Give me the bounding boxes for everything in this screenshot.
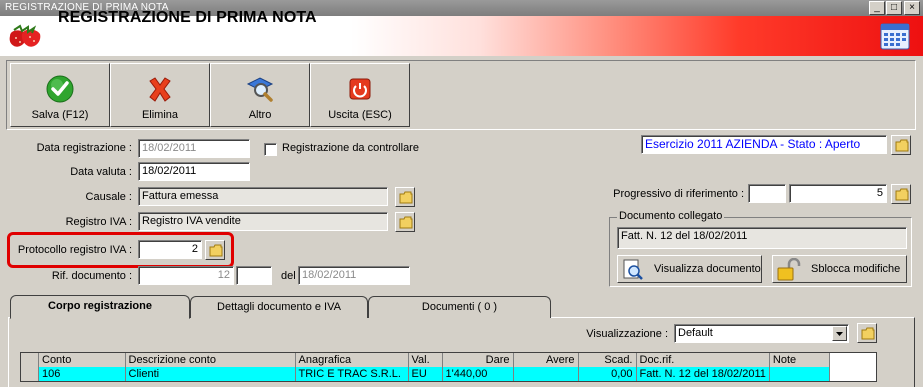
del-label: del (281, 270, 296, 282)
data-registrazione-field[interactable]: 18/02/2011 (138, 139, 250, 158)
column-header[interactable]: Descrizione conto (125, 353, 296, 367)
exit-button[interactable]: Uscita (ESC) (310, 63, 410, 127)
close-button[interactable]: × (904, 1, 920, 15)
folder-icon (399, 191, 413, 204)
document-magnifier-icon (623, 259, 643, 280)
exit-label: Uscita (ESC) (328, 109, 392, 121)
padlock-open-icon (777, 258, 801, 281)
sblocca-modifiche-label: Sblocca modifiche (811, 263, 901, 275)
progressivo-a-field[interactable] (748, 184, 786, 203)
visualizzazione-dropdown-button[interactable] (832, 326, 847, 341)
data-registrazione-label: Data registrazione : (36, 142, 132, 154)
folder-icon (399, 216, 413, 229)
tab-corpo-registrazione[interactable]: Corpo registrazione (10, 295, 190, 319)
column-header[interactable]: Avere (513, 353, 579, 367)
other-button[interactable]: Altro (210, 63, 310, 127)
rif-documento-date-field[interactable]: 18/02/2011 (298, 266, 410, 285)
causale-field[interactable]: Fattura emessa (138, 187, 388, 206)
folder-icon (895, 188, 909, 201)
table-cell[interactable]: TRIC E TRAC S.R.L. (295, 367, 409, 381)
registrazione-grid[interactable]: Conto Descrizione conto Anagrafica Val. … (20, 352, 877, 382)
grid-header-row: Conto Descrizione conto Anagrafica Val. … (39, 353, 830, 367)
calendar-icon[interactable] (880, 22, 910, 50)
table-cell[interactable]: EU (408, 367, 443, 381)
progressivo-label: Progressivo di riferimento : (613, 188, 744, 200)
table-cell[interactable]: Clienti (125, 367, 296, 381)
delete-button[interactable]: Elimina (110, 63, 210, 127)
documento-collegato-label: Documento collegato (617, 210, 725, 222)
other-label: Altro (248, 109, 272, 121)
tab-documenti[interactable]: Documenti ( 0 ) (368, 296, 551, 318)
column-header[interactable]: Note (769, 353, 830, 367)
visualizza-documento-label: Visualizza documento (654, 263, 761, 275)
save-button[interactable]: Salva (F12) (10, 63, 110, 127)
causale-label: Causale : (85, 191, 132, 203)
protocollo-lookup-button[interactable] (205, 240, 225, 260)
minimize-button[interactable]: _ (869, 1, 885, 15)
strawberry-logo-icon (9, 24, 41, 47)
sblocca-modifiche-button[interactable]: Sblocca modifiche (772, 255, 907, 283)
rif-documento-label: Rif. documento : (51, 270, 132, 282)
chevron-down-icon (836, 332, 843, 336)
magnifier-book-icon (246, 77, 274, 102)
maximize-button[interactable]: □ (886, 1, 902, 15)
progressivo-lookup-button[interactable] (891, 184, 911, 204)
column-header[interactable]: Doc.rif. (636, 353, 770, 367)
rif-documento-suffix-field[interactable] (236, 266, 272, 285)
visualizzazione-label: Visualizzazione : (586, 328, 668, 340)
progressivo-b-field[interactable]: 5 (789, 184, 887, 203)
page-title: REGISTRAZIONE DI PRIMA NOTA (58, 9, 317, 26)
da-controllare-label: Registrazione da controllare (282, 142, 419, 154)
column-header[interactable]: Conto (39, 353, 126, 367)
documento-collegato-field: Fatt. N. 12 del 18/02/2011 (617, 227, 907, 249)
data-valuta-label: Data valuta : (70, 166, 132, 178)
table-cell[interactable] (513, 367, 579, 381)
da-controllare-checkbox[interactable] (264, 143, 277, 156)
protocollo-label: Protocollo registro IVA : (17, 244, 132, 256)
esercizio-status: Esercizio 2011 AZIENDA - Stato : Aperto (641, 135, 887, 154)
causale-lookup-button[interactable] (395, 187, 415, 207)
visualizzazione-value: Default (678, 327, 713, 339)
tab-dettagli-documento[interactable]: Dettagli documento e IVA (190, 296, 368, 318)
grid-corner (21, 353, 39, 368)
save-label: Salva (F12) (31, 109, 89, 121)
visualizzazione-lookup-button[interactable] (857, 323, 877, 343)
rif-documento-number-field[interactable]: 12 (138, 266, 234, 285)
column-header[interactable]: Dare (442, 353, 514, 367)
visualizza-documento-button[interactable]: Visualizza documento (617, 255, 762, 283)
table-cell[interactable]: 106 (39, 367, 126, 381)
table-cell[interactable]: Fatt. N. 12 del 18/02/2011 (636, 367, 770, 381)
folder-icon (895, 139, 909, 152)
folder-icon (861, 327, 875, 340)
power-icon (349, 78, 371, 100)
delete-label: Elimina (141, 109, 179, 121)
table-cell[interactable]: 1'440,00 (442, 367, 514, 381)
registro-iva-label: Registro IVA : (65, 216, 132, 228)
visualizzazione-select[interactable]: Default (674, 324, 849, 343)
delete-x-icon (149, 77, 171, 102)
registro-iva-field[interactable]: Registro IVA vendite (138, 212, 388, 231)
row-indicator[interactable] (21, 368, 39, 381)
column-header[interactable]: Anagrafica (295, 353, 409, 367)
column-header[interactable]: Val. (408, 353, 443, 367)
table-row[interactable]: 106 Clienti TRIC E TRAC S.R.L. EU 1'440,… (39, 367, 830, 381)
data-valuta-field[interactable]: 18/02/2011 (138, 162, 250, 181)
protocollo-field[interactable]: 2 (138, 240, 202, 259)
registro-iva-lookup-button[interactable] (395, 212, 415, 232)
table-cell[interactable] (769, 367, 830, 381)
column-header[interactable]: Scad. (578, 353, 637, 367)
esercizio-lookup-button[interactable] (891, 135, 911, 155)
folder-icon (209, 244, 223, 257)
checkmark-icon (46, 75, 74, 103)
table-cell[interactable]: 0,00 (578, 367, 637, 381)
